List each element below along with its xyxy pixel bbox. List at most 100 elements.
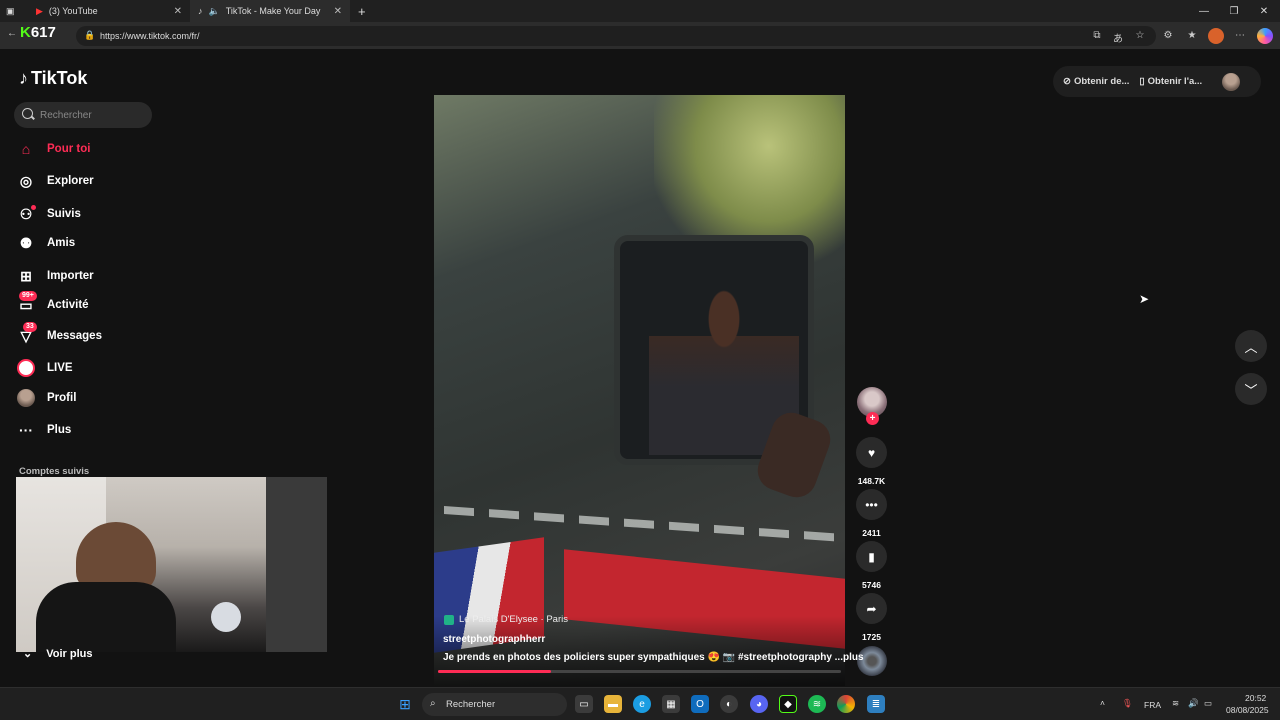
like-action[interactable]: ♥ 148.7K: [856, 437, 887, 486]
spotify-icon[interactable]: ≋: [808, 695, 826, 713]
favorite-star-icon[interactable]: ☆: [1133, 30, 1147, 41]
tab-title: TikTok - Make Your Day: [225, 6, 321, 16]
copilot-icon[interactable]: [1257, 28, 1273, 44]
share-count: 1725: [862, 632, 881, 642]
nav-importer[interactable]: ⊞ Importer: [17, 265, 94, 287]
close-icon[interactable]: ✕: [174, 6, 182, 17]
comment-count: 2411: [862, 528, 881, 538]
extension-logo[interactable]: K617: [20, 24, 56, 41]
address-bar[interactable]: 🔒 https://www.tiktok.com/fr/: [76, 26, 1156, 46]
nav-pour-toi[interactable]: ⌂ Pour toi: [17, 138, 91, 160]
more-icon: ···: [19, 422, 33, 438]
xbox-icon[interactable]: ◆: [779, 695, 797, 713]
steam-icon[interactable]: ◐: [720, 695, 738, 713]
favorites-icon[interactable]: ★: [1185, 30, 1199, 41]
edge-icon[interactable]: e: [633, 695, 651, 713]
discord-icon[interactable]: ◕: [750, 695, 768, 713]
taskbar-search[interactable]: ⌕ Rechercher: [422, 693, 567, 716]
search-input[interactable]: Rechercher: [14, 102, 152, 128]
mouse-cursor: ➤: [1139, 292, 1150, 306]
extensions-icon[interactable]: ⚙: [1161, 30, 1175, 41]
like-count: 148.7K: [857, 476, 886, 486]
heart-icon[interactable]: ♥: [856, 437, 887, 468]
compass-icon: ◎: [19, 172, 33, 189]
tiktok-note-icon: ♪: [19, 68, 28, 88]
comment-icon[interactable]: •••: [856, 489, 887, 520]
speaker-icon[interactable]: 🔈: [209, 6, 220, 17]
person-body: [36, 582, 176, 652]
messages-badge: 33: [23, 322, 37, 332]
nav-profil[interactable]: Profil: [17, 387, 76, 409]
file-explorer-icon[interactable]: ▬: [604, 695, 622, 713]
notepad-icon[interactable]: ≣: [867, 695, 885, 713]
microphone-icon[interactable]: 🎙: [1122, 698, 1133, 709]
webcam-overlay: [16, 477, 327, 652]
see-more-button[interactable]: ⌄ Voir plus: [23, 647, 92, 661]
video-progress-bar[interactable]: [438, 670, 841, 673]
bookmark-icon[interactable]: ▮: [856, 541, 887, 572]
tab-actions-icon[interactable]: ▣: [6, 0, 20, 22]
home-icon: ⌂: [21, 141, 31, 157]
clock-time[interactable]: 20:52: [1245, 693, 1266, 703]
wifi-icon[interactable]: ≋: [1172, 698, 1179, 709]
browser-tab-bar: ▣ ▶ (3) YouTube ✕ ♪ 🔈 TikTok - Make Your…: [0, 0, 1280, 22]
minimize-icon[interactable]: —: [1188, 0, 1220, 22]
read-aloud-icon[interactable]: あ: [1111, 30, 1125, 45]
tab-title: (3) YouTube: [48, 6, 98, 16]
comment-action[interactable]: ••• 2411: [856, 489, 887, 538]
tiktok-logo[interactable]: ♪ TikTok: [19, 68, 87, 89]
share-icon[interactable]: ➦: [856, 593, 887, 624]
nav-live[interactable]: LIVE: [17, 357, 73, 379]
caption-more-link[interactable]: plus: [843, 652, 864, 663]
open-app-icon[interactable]: ⧉: [1090, 30, 1104, 41]
nav-suivis[interactable]: ⚇ Suivis: [17, 203, 81, 225]
window-close-icon[interactable]: ✕: [1248, 0, 1280, 22]
followed-accounts-title: Comptes suivis: [19, 466, 90, 477]
user-avatar[interactable]: [1222, 72, 1241, 91]
task-view-icon[interactable]: ▭: [575, 695, 593, 713]
get-app-button[interactable]: ▯ Obtenir l'a...: [1139, 76, 1202, 87]
video-username[interactable]: streetphotographherr: [443, 634, 545, 645]
save-action[interactable]: ▮ 5746: [856, 541, 887, 590]
nav-messages[interactable]: ▽ 33 Messages: [17, 322, 102, 347]
profile-avatar: [17, 389, 35, 407]
nav-activite[interactable]: ▭ 99+ Activité: [17, 291, 89, 316]
video-player[interactable]: [434, 95, 845, 686]
follow-plus-icon[interactable]: +: [866, 412, 879, 425]
door-frame: [266, 477, 327, 652]
nav-amis[interactable]: ⚉ Amis: [17, 232, 75, 254]
search-icon: [22, 108, 33, 119]
chrome-icon[interactable]: [837, 695, 855, 713]
clock-date[interactable]: 08/08/2025: [1226, 705, 1269, 715]
back-arrow-icon[interactable]: ←: [5, 28, 19, 39]
menu-dots-icon[interactable]: ⋯: [1233, 30, 1247, 41]
lock-icon: 🔒: [84, 30, 96, 40]
microphone: [211, 602, 241, 632]
nav-explorer[interactable]: ◎ Explorer: [17, 170, 94, 192]
video-location[interactable]: Le Palais D'Elysee · Paris: [444, 614, 568, 625]
battery-icon[interactable]: ▭: [1204, 698, 1212, 709]
tab-youtube[interactable]: ▶ (3) YouTube ✕: [28, 0, 190, 22]
restore-icon[interactable]: ❐: [1218, 0, 1250, 22]
tab-tiktok[interactable]: ♪ 🔈 TikTok - Make Your Day ✕: [190, 0, 350, 22]
tiktok-page: ♪ TikTok Rechercher ⌂ Pour toi ◎ Explore…: [0, 49, 1280, 686]
next-video-button[interactable]: ﹀: [1235, 373, 1267, 405]
previous-video-button[interactable]: ︿: [1235, 330, 1267, 362]
nav-plus[interactable]: ··· Plus: [17, 419, 71, 441]
new-tab-button[interactable]: +: [350, 0, 374, 22]
volume-icon[interactable]: 🔊: [1188, 698, 1199, 709]
store-icon[interactable]: ▦: [662, 695, 680, 713]
top-right-actions: ⊘ Obtenir de... ▯ Obtenir l'a...: [1053, 66, 1261, 97]
chevron-down-icon: ⌄: [23, 648, 33, 660]
outlook-icon[interactable]: O: [691, 695, 709, 713]
profile-avatar[interactable]: [1208, 28, 1224, 44]
video-van-dashes: [444, 506, 844, 542]
get-coins-button[interactable]: ⊘ Obtenir de...: [1063, 76, 1129, 87]
windows-start-icon[interactable]: ⊞: [396, 695, 414, 713]
share-action[interactable]: ➦ 1725: [856, 593, 887, 642]
tray-chevron-up-icon[interactable]: ˄: [1100, 698, 1105, 708]
language-indicator[interactable]: FRA: [1144, 700, 1161, 710]
tiktok-icon: ♪: [198, 6, 203, 16]
phone-icon: ▯: [1139, 76, 1145, 87]
close-icon[interactable]: ✕: [334, 6, 342, 17]
